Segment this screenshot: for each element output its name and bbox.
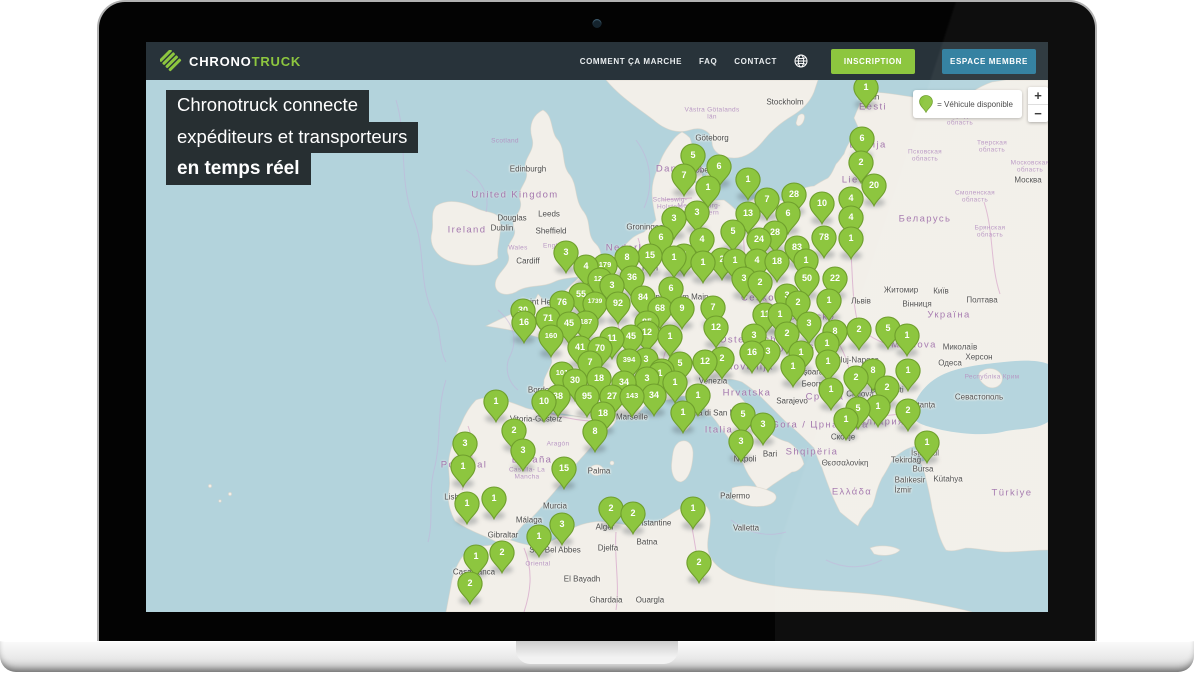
land-gotland [796, 114, 805, 126]
vehicle-cluster-marker[interactable]: 1 [690, 250, 716, 284]
hero-headline: Chronotruck connecte expéditeurs et tran… [166, 90, 418, 185]
map-zoom-control: + − [1028, 87, 1048, 122]
vehicle-cluster-marker[interactable]: 10 [531, 389, 557, 423]
logo-truck: TRUCK [252, 54, 302, 69]
land-scandinavia [606, 80, 818, 158]
vehicle-cluster-marker[interactable]: 8 [582, 419, 608, 453]
vehicle-cluster-marker[interactable]: 1 [680, 496, 706, 530]
navbar: CHRONOTRUCK COMMENT ÇA MARCHE FAQ CONTAC… [146, 42, 1048, 80]
vehicle-cluster-marker[interactable]: 1 [853, 80, 879, 109]
vehicle-cluster-marker[interactable]: 1 [914, 430, 940, 464]
vehicle-cluster-marker[interactable]: 2 [489, 540, 515, 574]
vehicle-cluster-marker[interactable]: 2 [747, 270, 773, 304]
vehicle-cluster-marker[interactable]: 1 [481, 486, 507, 520]
legend-pin-icon [919, 95, 933, 113]
land-menorca [610, 461, 614, 465]
vehicle-cluster-marker[interactable]: 160 [538, 324, 564, 358]
nav-comment-ca-marche[interactable]: COMMENT ÇA MARCHE [580, 57, 682, 66]
land-atlantic-isle-2 [228, 492, 231, 495]
vehicle-cluster-marker[interactable]: 2 [457, 571, 483, 605]
land-crete [870, 546, 900, 556]
laptop-base-notch [516, 641, 678, 664]
legend-text: = Véhicule disponible [937, 100, 1013, 109]
vehicle-cluster-marker[interactable]: 12 [692, 349, 718, 383]
vehicle-cluster-marker[interactable]: 1 [833, 407, 859, 441]
vehicle-cluster-marker[interactable]: 15 [551, 456, 577, 490]
vehicle-cluster-marker[interactable]: 10 [809, 191, 835, 225]
navbar-links: COMMENT ÇA MARCHE FAQ CONTACT INSCRIPTIO… [580, 49, 1036, 74]
vehicle-cluster-marker[interactable]: 3 [549, 512, 575, 546]
vehicle-cluster-marker[interactable]: 1 [780, 354, 806, 388]
vehicle-cluster-marker[interactable]: 143 [619, 384, 645, 418]
vehicle-cluster-marker[interactable]: 1 [894, 323, 920, 357]
laptop-base [0, 641, 1194, 672]
logo-text: CHRONOTRUCK [189, 54, 301, 69]
zoom-in-button[interactable]: + [1028, 87, 1048, 104]
vehicle-cluster-marker[interactable]: 3 [510, 438, 536, 472]
nav-faq[interactable]: FAQ [699, 57, 717, 66]
vehicle-cluster-marker[interactable]: 1 [670, 400, 696, 434]
vehicle-cluster-marker[interactable]: 92 [605, 291, 631, 325]
map-legend: = Véhicule disponible [913, 90, 1022, 118]
logo-chrono: CHRONO [189, 54, 252, 69]
land-sardinia [671, 441, 693, 482]
vehicle-cluster-marker[interactable]: 1 [818, 377, 844, 411]
vehicle-cluster-marker[interactable]: 16 [739, 340, 765, 374]
vehicle-cluster-marker[interactable]: 1 [661, 245, 687, 279]
vehicle-cluster-marker[interactable]: 1 [526, 524, 552, 558]
zoom-out-button[interactable]: − [1028, 105, 1048, 122]
laptop-mockup: CHRONOTRUCK COMMENT ÇA MARCHE FAQ CONTAC… [0, 0, 1194, 676]
vehicle-cluster-marker[interactable]: 1 [450, 454, 476, 488]
laptop-screen-bezel: CHRONOTRUCK COMMENT ÇA MARCHE FAQ CONTAC… [97, 0, 1097, 642]
vehicle-cluster-marker[interactable]: 3 [728, 429, 754, 463]
land-atlantic-isle-3 [219, 500, 222, 503]
inscription-button[interactable]: INSCRIPTION [831, 49, 915, 74]
webcam-dot [593, 19, 602, 28]
vehicle-cluster-marker[interactable]: 2 [846, 317, 872, 351]
hero-line-2: expéditeurs et transporteurs [166, 122, 418, 154]
nav-contact[interactable]: CONTACT [734, 57, 777, 66]
land-atlantic-isle-1 [208, 484, 211, 487]
hero-line-3: en temps réel [166, 153, 311, 185]
language-globe-icon[interactable] [794, 54, 808, 68]
land-mallorca [590, 465, 603, 476]
vehicle-cluster-marker[interactable]: 2 [686, 550, 712, 584]
espace-membre-button[interactable]: ESPACE MEMBRE [942, 49, 1036, 74]
vehicle-cluster-marker[interactable]: 20 [861, 173, 887, 207]
chronotruck-logo-icon [160, 50, 182, 72]
browser-page: CHRONOTRUCK COMMENT ÇA MARCHE FAQ CONTAC… [146, 42, 1048, 612]
vehicle-cluster-marker[interactable]: 2 [895, 398, 921, 432]
vehicle-cluster-marker[interactable]: 2 [620, 501, 646, 535]
vehicle-cluster-marker[interactable]: 7 [671, 163, 697, 197]
logo[interactable]: CHRONOTRUCK [160, 50, 301, 72]
vehicle-map[interactable]: StockholmGöteborgTallinnKøbenhavnEdinbur… [146, 80, 1048, 612]
vehicle-cluster-marker[interactable]: 16 [511, 310, 537, 344]
hero-line-1: Chronotruck connecte [166, 90, 369, 122]
vehicle-cluster-marker[interactable]: 12 [703, 315, 729, 349]
vehicle-cluster-marker[interactable]: 1 [838, 226, 864, 260]
land-ireland [431, 202, 500, 266]
land-sicily [732, 486, 776, 507]
vehicle-cluster-marker[interactable]: 1 [454, 491, 480, 525]
